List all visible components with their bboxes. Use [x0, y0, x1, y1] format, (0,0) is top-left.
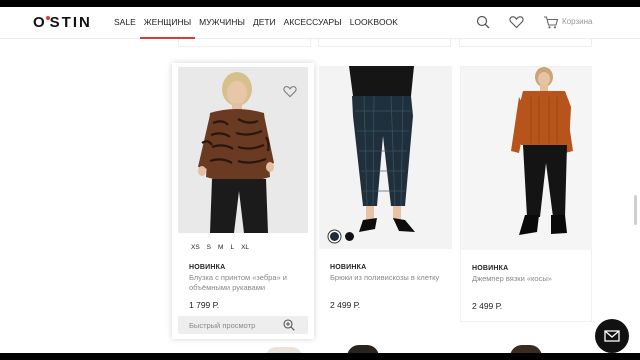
size-option[interactable]: XS: [191, 244, 200, 251]
product-image[interactable]: [461, 67, 592, 250]
product-price: 1 799 Р.: [189, 300, 220, 310]
main-nav: SALE ЖЕНЩИНЫ МУЖЧИНЫ ДЕТИ АКСЕССУАРЫ LOO…: [110, 7, 402, 39]
brand-logo[interactable]: O STIN: [33, 14, 92, 31]
next-row-image: [510, 345, 542, 353]
size-list: XS S M L XL: [191, 244, 249, 251]
color-swatch-navy[interactable]: [330, 232, 339, 241]
quick-view-label: Быстрый просмотр: [189, 321, 256, 330]
product-image[interactable]: [319, 66, 452, 249]
logo-dot: [45, 16, 50, 20]
logo-right: STIN: [49, 14, 92, 31]
favorite-heart-icon[interactable]: [283, 85, 297, 98]
product-card[interactable]: XS S M L XL НОВИНКА Блузка с принтом «зе…: [172, 63, 314, 339]
search-icon[interactable]: [476, 15, 490, 29]
nav-kids[interactable]: ДЕТИ: [249, 7, 280, 39]
product-name[interactable]: Блузка с принтом «зебра» и объёмными рук…: [189, 273, 301, 293]
size-option[interactable]: XL: [241, 244, 249, 251]
cart-label[interactable]: Корзина: [562, 17, 592, 26]
page: O STIN SALE ЖЕНЩИНЫ МУЖЧИНЫ ДЕТИ АКСЕССУА…: [0, 7, 640, 353]
product-card[interactable]: НОВИНКА Джемпер вязки «косы» 2 499 Р.: [460, 66, 592, 322]
quick-view-button[interactable]: Быстрый просмотр: [178, 316, 308, 334]
new-badge: НОВИНКА: [189, 264, 226, 271]
size-option[interactable]: M: [218, 244, 223, 251]
color-swatch-black[interactable]: [345, 232, 354, 241]
cart-icon[interactable]: [543, 16, 559, 29]
scrollbar-thumb[interactable]: [634, 195, 637, 225]
product-name[interactable]: Джемпер вязки «косы»: [472, 274, 582, 284]
product-photo-sweater: [461, 67, 592, 250]
prev-row-card: [178, 39, 311, 47]
nav-men[interactable]: МУЖЧИНЫ: [195, 7, 249, 39]
product-card[interactable]: НОВИНКА Брюки из поливискозы в клетку 2 …: [319, 66, 452, 322]
nav-lookbook[interactable]: LOOKBOOK: [346, 7, 402, 39]
zoom-in-icon: [283, 319, 295, 331]
new-badge: НОВИНКА: [472, 265, 509, 272]
size-option[interactable]: S: [207, 244, 211, 251]
heart-icon[interactable]: [509, 15, 524, 29]
prev-row-card: [318, 39, 451, 47]
logo-left: O: [33, 14, 47, 31]
next-row-image: [347, 345, 379, 353]
new-badge: НОВИНКА: [330, 264, 367, 271]
product-name[interactable]: Брюки из поливискозы в клетку: [330, 273, 440, 283]
nav-accessories[interactable]: АКСЕССУАРЫ: [280, 7, 346, 39]
product-price: 2 499 Р.: [330, 300, 361, 310]
site-header: O STIN SALE ЖЕНЩИНЫ МУЖЧИНЫ ДЕТИ АКСЕССУА…: [0, 7, 640, 39]
size-option[interactable]: L: [230, 244, 234, 251]
prev-row-card: [459, 39, 592, 47]
message-button[interactable]: [595, 319, 629, 353]
mail-icon: [604, 330, 620, 342]
nav-women[interactable]: ЖЕНЩИНЫ: [139, 7, 196, 39]
nav-sale[interactable]: SALE: [110, 7, 140, 39]
product-photo-trousers: [319, 66, 452, 249]
next-row-image: [266, 347, 302, 353]
product-price: 2 499 Р.: [472, 301, 503, 311]
